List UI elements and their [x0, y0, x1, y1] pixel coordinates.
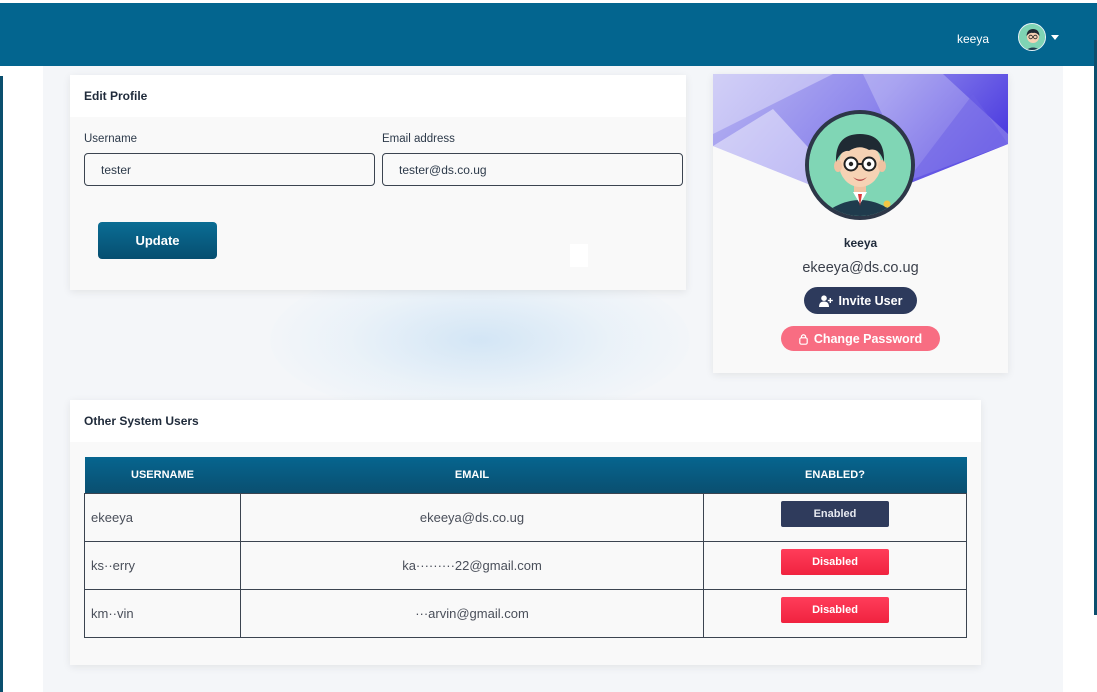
top-navbar: keeya: [0, 3, 1097, 66]
username-input[interactable]: tester: [84, 153, 375, 186]
system-users-card: Other System Users USERNAME EMAIL ENABLE…: [70, 400, 981, 665]
table-header-row: USERNAME EMAIL ENABLED?: [84, 457, 967, 493]
table-row: ekeeya ekeeya@ds.co.ug Enabled: [84, 492, 967, 542]
user-avatar-icon[interactable]: [1018, 23, 1046, 51]
users-table: USERNAME EMAIL ENABLED? ekeeya ekeeya@ds…: [84, 457, 967, 638]
edit-profile-title: Edit Profile: [70, 75, 686, 117]
status-toggle-button[interactable]: Disabled: [781, 549, 889, 575]
edit-profile-card: Edit Profile Username tester Email addre…: [70, 75, 686, 290]
username-label: Username: [84, 133, 138, 145]
cell-enabled: Disabled: [703, 540, 967, 590]
change-password-label: Change Password: [813, 331, 923, 346]
navbar-username[interactable]: keeya: [957, 32, 989, 46]
cell-email: ···arvin@gmail.com: [240, 588, 704, 638]
cell-enabled: Enabled: [703, 492, 967, 542]
profile-card: keeya ekeeya@ds.co.ug Invite User Change…: [713, 74, 1008, 373]
left-sidebar-edge: [0, 76, 3, 692]
update-button[interactable]: Update: [98, 222, 217, 259]
status-toggle-button[interactable]: Enabled: [781, 501, 889, 527]
lock-icon: [799, 333, 808, 345]
caret-down-icon[interactable]: [1051, 35, 1059, 40]
system-users-title: Other System Users: [70, 400, 981, 442]
user-plus-icon: [818, 294, 833, 307]
profile-avatar-icon: [805, 110, 915, 220]
cell-email: ka·········22@gmail.com: [240, 540, 704, 590]
cell-email: ekeeya@ds.co.ug: [240, 492, 704, 542]
column-header-username[interactable]: USERNAME: [84, 457, 241, 493]
cell-enabled: Disabled: [703, 588, 967, 638]
profile-name: keeya: [843, 236, 878, 250]
cell-username: km··vin: [84, 588, 241, 638]
blank-widget: [570, 244, 588, 267]
change-password-button[interactable]: Change Password: [781, 326, 940, 351]
email-label: Email address: [382, 133, 455, 145]
profile-email: ekeeya@ds.co.ug: [802, 260, 919, 276]
invite-user-label: Invite User: [838, 293, 903, 308]
cell-username: ekeeya: [84, 492, 241, 542]
invite-user-button[interactable]: Invite User: [804, 287, 917, 314]
status-toggle-button[interactable]: Disabled: [781, 597, 889, 623]
table-row: km··vin ···arvin@gmail.com Disabled: [84, 588, 967, 638]
cell-username: ks··erry: [84, 540, 241, 590]
column-header-email[interactable]: EMAIL: [240, 457, 704, 493]
column-header-enabled[interactable]: ENABLED?: [703, 457, 967, 493]
table-row: ks··erry ka·········22@gmail.com Disable…: [84, 540, 967, 590]
email-input[interactable]: tester@ds.co.ug: [382, 153, 683, 186]
